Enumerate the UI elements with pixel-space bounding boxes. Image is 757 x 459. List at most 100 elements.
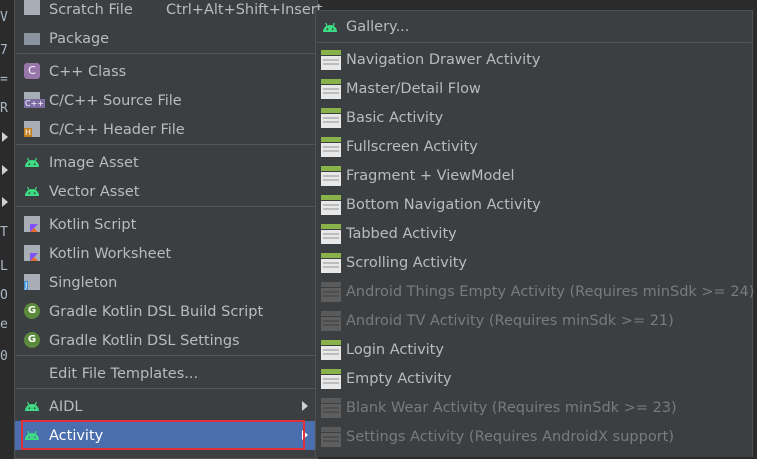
activity-template-navigation-drawer-activity[interactable]: Navigation Drawer Activity bbox=[316, 45, 752, 74]
activity-template-icon bbox=[321, 79, 341, 99]
activity-submenu: Gallery... Navigation Drawer Activity Mas… bbox=[315, 10, 755, 457]
activity-template-fragment-viewmodel[interactable]: Fragment + ViewModel bbox=[316, 161, 752, 190]
menu-item-label: Login Activity bbox=[346, 341, 444, 358]
activity-template-icon bbox=[321, 195, 341, 215]
editor-char: L bbox=[0, 259, 8, 274]
menu-item-label: C/C++ Source File bbox=[49, 92, 182, 109]
activity-template-icon bbox=[321, 369, 341, 389]
menu-item-label: Empty Activity bbox=[346, 370, 452, 387]
menu-item-label: Blank Wear Activity (Requires minSdk >= … bbox=[346, 399, 677, 416]
activity-template-icon bbox=[321, 253, 341, 273]
menu-item-edit-file-templates[interactable]: Edit File Templates... bbox=[15, 359, 317, 388]
menu-item-label: Tabbed Activity bbox=[346, 225, 457, 242]
editor-char: V bbox=[0, 10, 8, 25]
menu-item-scratch-file[interactable]: Scratch File Ctrl+Alt+Shift+Insert bbox=[15, 0, 322, 24]
menu-item-label: Singleton bbox=[49, 274, 118, 291]
menu-item-label: Gradle Kotlin DSL Settings bbox=[49, 332, 240, 349]
menu-item-label: Android Things Empty Activity (Requires … bbox=[346, 283, 755, 300]
activity-template-icon bbox=[321, 398, 341, 418]
menu-item-label: Master/Detail Flow bbox=[346, 80, 481, 97]
editor-gutter: V 7 = R T L O e 0 bbox=[0, 0, 14, 457]
menu-item-label: Scrolling Activity bbox=[346, 254, 468, 271]
activity-template-android-things-empty-activity-requires-minsdk-24: Android Things Empty Activity (Requires … bbox=[316, 277, 755, 306]
activity-template-icon bbox=[321, 50, 341, 70]
activity-template-icon bbox=[321, 224, 341, 244]
cpp-header-file-icon: H bbox=[24, 121, 40, 137]
menu-item-label: Gallery... bbox=[346, 18, 410, 35]
menu-item-label: Fullscreen Activity bbox=[346, 138, 478, 155]
fold-arrow-icon[interactable] bbox=[2, 197, 8, 207]
editor-char: T bbox=[0, 225, 8, 240]
menu-item-label: Navigation Drawer Activity bbox=[346, 51, 541, 68]
menu-item-vector-asset[interactable]: Vector Asset bbox=[15, 177, 317, 206]
menu-item-label: Kotlin Worksheet bbox=[49, 245, 172, 262]
menu-item-cpp-header-file[interactable]: H C/C++ Header File bbox=[15, 115, 317, 144]
activity-template-icon bbox=[321, 340, 341, 360]
activity-template-icon bbox=[321, 166, 341, 186]
activity-template-fullscreen-activity[interactable]: Fullscreen Activity bbox=[316, 132, 752, 161]
activity-template-tabbed-activity[interactable]: Tabbed Activity bbox=[316, 219, 752, 248]
menu-item-label: Vector Asset bbox=[49, 183, 140, 200]
menu-item-cpp-class[interactable]: C C++ Class bbox=[15, 57, 317, 86]
fold-arrow-icon[interactable] bbox=[2, 132, 8, 142]
package-folder-icon bbox=[24, 33, 40, 45]
menu-item-label: Settings Activity (Requires AndroidX sup… bbox=[346, 428, 674, 445]
menu-separator bbox=[16, 144, 316, 145]
activity-template-empty-activity[interactable]: Empty Activity bbox=[316, 364, 752, 393]
menu-item-singleton[interactable]: J Singleton bbox=[15, 268, 317, 297]
menu-item-aidl[interactable]: AIDL bbox=[15, 392, 317, 421]
activity-template-icon bbox=[321, 282, 341, 302]
menu-item-label: AIDL bbox=[49, 398, 83, 415]
menu-separator bbox=[16, 355, 316, 356]
menu-item-label: Basic Activity bbox=[346, 109, 444, 126]
android-icon bbox=[322, 19, 338, 35]
new-file-menu: Scratch File Ctrl+Alt+Shift+Insert Packa… bbox=[14, 0, 322, 459]
singleton-icon: J bbox=[24, 274, 40, 290]
editor-char: = bbox=[0, 72, 8, 87]
cpp-class-icon: C bbox=[24, 63, 40, 79]
menu-item-gradle-settings[interactable]: G Gradle Kotlin DSL Settings bbox=[15, 326, 317, 355]
menu-item-gradle-build-script[interactable]: G Gradle Kotlin DSL Build Script bbox=[15, 297, 317, 326]
editor-char: O bbox=[0, 288, 8, 303]
submenu-arrow-icon bbox=[302, 430, 308, 440]
menu-item-label: Activity bbox=[49, 427, 104, 444]
android-icon bbox=[24, 183, 40, 199]
activity-template-master-detail-flow[interactable]: Master/Detail Flow bbox=[316, 74, 752, 103]
menu-separator bbox=[317, 42, 751, 43]
gradle-icon: G bbox=[24, 303, 40, 319]
menu-item-image-asset[interactable]: Image Asset bbox=[15, 148, 317, 177]
menu-separator bbox=[16, 388, 316, 389]
menu-separator bbox=[16, 53, 316, 54]
menu-item-label: Fragment + ViewModel bbox=[346, 167, 515, 184]
menu-item-label: Gradle Kotlin DSL Build Script bbox=[49, 303, 264, 320]
menu-item-label: Image Asset bbox=[49, 154, 139, 171]
activity-template-bottom-navigation-activity[interactable]: Bottom Navigation Activity bbox=[316, 190, 752, 219]
editor-char: 7 bbox=[0, 43, 8, 58]
android-icon bbox=[24, 398, 40, 414]
activity-template-icon bbox=[321, 427, 341, 447]
menu-item-label: Scratch File bbox=[49, 1, 133, 18]
menu-item-kotlin-script[interactable]: Kotlin Script bbox=[15, 210, 317, 239]
activity-template-basic-activity[interactable]: Basic Activity bbox=[316, 103, 752, 132]
activity-template-scrolling-activity[interactable]: Scrolling Activity bbox=[316, 248, 752, 277]
kotlin-script-icon bbox=[24, 216, 40, 232]
menu-item-label: C++ Class bbox=[49, 63, 127, 80]
menu-item-label: Kotlin Script bbox=[49, 216, 137, 233]
editor-char: 0 bbox=[0, 349, 8, 364]
android-icon bbox=[24, 154, 40, 170]
editor-char: R bbox=[0, 101, 8, 116]
menu-item-label: Bottom Navigation Activity bbox=[346, 196, 541, 213]
activity-template-login-activity[interactable]: Login Activity bbox=[316, 335, 752, 364]
activity-template-android-tv-activity-requires-minsdk-21: Android TV Activity (Requires minSdk >= … bbox=[316, 306, 752, 335]
menu-item-label: Android TV Activity (Requires minSdk >= … bbox=[346, 312, 674, 329]
menu-item-activity[interactable]: Activity bbox=[15, 421, 317, 450]
menu-item-gallery[interactable]: Gallery... bbox=[316, 12, 752, 41]
menu-item-cpp-source-file[interactable]: C++ C/C++ Source File bbox=[15, 86, 317, 115]
menu-item-kotlin-worksheet[interactable]: Kotlin Worksheet bbox=[15, 239, 317, 268]
kotlin-worksheet-icon bbox=[24, 245, 40, 261]
fold-arrow-icon[interactable] bbox=[2, 165, 8, 175]
android-icon bbox=[24, 427, 40, 443]
menu-separator bbox=[16, 206, 316, 207]
menu-item-package[interactable]: Package bbox=[15, 24, 317, 53]
menu-item-label: C/C++ Header File bbox=[49, 121, 185, 138]
